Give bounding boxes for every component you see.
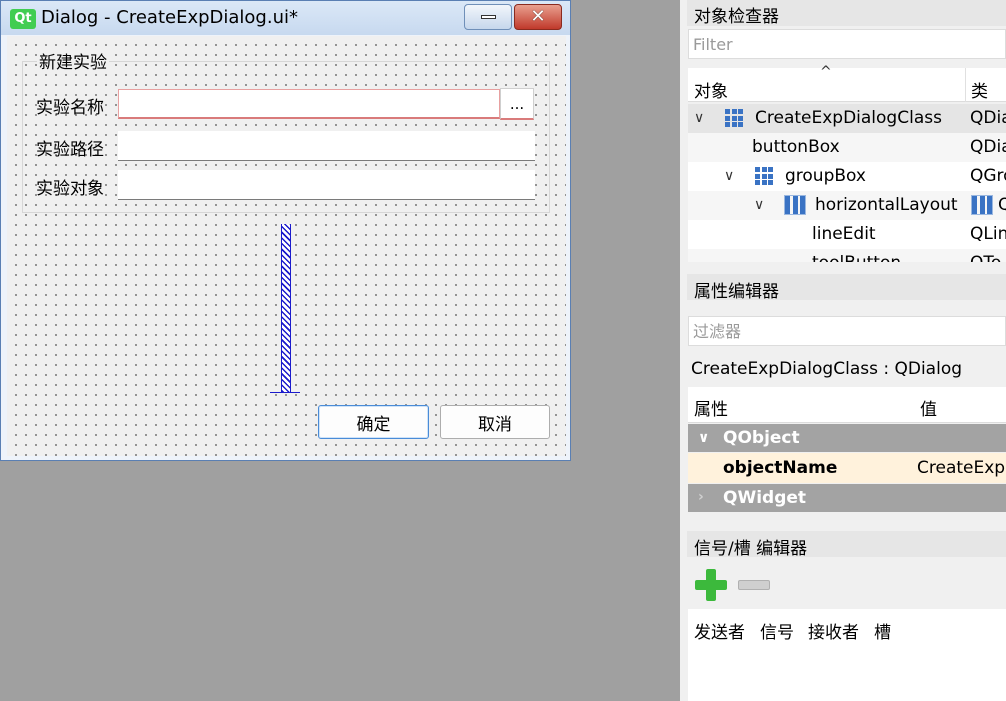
label-experiment-name: 实验名称 xyxy=(36,98,104,118)
property-group-qwidget[interactable]: › QWidget xyxy=(688,484,1006,512)
chevron-down-icon[interactable]: ∨ xyxy=(698,430,709,446)
label-experiment-object: 实验对象 xyxy=(36,179,104,199)
browse-button[interactable]: ... xyxy=(500,88,534,120)
experiment-object-input[interactable] xyxy=(118,170,535,199)
tree-row[interactable]: ∨ groupBox QGro xyxy=(688,162,1006,191)
form-canvas[interactable]: 新建实验 实验名称 ... 实验路径 实验对象 确定 取消 xyxy=(7,36,566,456)
header-sender[interactable]: 发送者 xyxy=(694,618,745,643)
chevron-down-icon[interactable]: ∨ xyxy=(694,110,704,126)
header-receiver[interactable]: 接收者 xyxy=(808,618,859,643)
tree-row-name: toolButton xyxy=(812,253,901,262)
label-experiment-path: 实验路径 xyxy=(36,140,104,160)
object-tree-header: 对象 ^ 类 xyxy=(688,64,1006,102)
property-name: objectName xyxy=(723,458,838,478)
object-filter-input[interactable] xyxy=(689,30,1005,58)
header-signal[interactable]: 信号 xyxy=(760,618,794,643)
property-header: 属性 值 xyxy=(688,387,1006,423)
group-label: QWidget xyxy=(723,488,807,508)
signal-slot-title: 信号/槽 编辑器 xyxy=(694,539,808,559)
tree-row-class: QGro xyxy=(970,166,1006,186)
group-label: QObject xyxy=(723,428,800,448)
tree-row-class: QLin xyxy=(970,224,1006,244)
tree-row-class: QDia xyxy=(970,137,1006,157)
groupbox-title: 新建实验 xyxy=(37,48,109,73)
experiment-name-field[interactable] xyxy=(118,89,500,119)
header-value[interactable]: 值 xyxy=(920,395,937,420)
header-class[interactable]: 类 xyxy=(971,77,988,102)
dialog-window: Qt Dialog - CreateExpDialog.ui* ✕ 新建实验 实… xyxy=(0,0,571,461)
tree-row-name: groupBox xyxy=(785,166,866,186)
property-row-objectname[interactable]: objectName CreateExpD xyxy=(688,453,1006,483)
column-separator xyxy=(965,68,966,102)
tree-row[interactable]: ∨ horizontalLayout Q xyxy=(688,191,1006,220)
chevron-down-icon[interactable]: ∨ xyxy=(754,197,764,213)
signal-slot-list[interactable] xyxy=(688,647,1006,701)
tree-row[interactable]: buttonBox QDia xyxy=(688,133,1006,162)
chevron-down-icon[interactable]: ∨ xyxy=(724,168,734,184)
property-group-qobject[interactable]: ∨ QObject xyxy=(688,424,1006,452)
qt-logo-icon: Qt xyxy=(10,9,36,29)
tree-row[interactable]: lineEdit QLin xyxy=(688,220,1006,249)
property-value[interactable]: CreateExpD xyxy=(917,458,1006,478)
tree-row-name: lineEdit xyxy=(812,224,876,244)
experiment-path-input[interactable] xyxy=(118,131,535,160)
signal-slot-header: 发送者 信号 接收者 槽 xyxy=(688,609,1006,647)
minimize-icon xyxy=(480,15,496,19)
header-slot[interactable]: 槽 xyxy=(874,618,891,643)
remove-connection-button[interactable] xyxy=(738,580,770,590)
sort-up-icon: ^ xyxy=(820,64,832,80)
chevron-right-icon[interactable]: › xyxy=(698,489,704,505)
tree-row-class: Q xyxy=(998,195,1006,215)
designer-dock: 对象检查器 对象 ^ 类 ∨ CreateExpDialogClass QDia… xyxy=(680,0,1006,701)
header-property[interactable]: 属性 xyxy=(694,395,728,420)
property-filter-input[interactable] xyxy=(689,317,1005,345)
tree-row-name: horizontalLayout xyxy=(815,195,958,215)
grid-layout-icon xyxy=(725,109,743,127)
tree-row-class: QDia xyxy=(970,108,1006,128)
close-button[interactable]: ✕ xyxy=(514,4,562,30)
experiment-path-field[interactable] xyxy=(118,131,535,161)
cancel-button[interactable]: 取消 xyxy=(440,405,550,439)
tree-row[interactable]: ∨ CreateExpDialogClass QDia xyxy=(688,104,1006,133)
object-inspector-title: 对象检查器 xyxy=(694,7,779,27)
property-filter-field[interactable] xyxy=(688,316,1006,346)
vertical-spacer-base xyxy=(270,392,300,393)
property-class-line: CreateExpDialogClass : QDialog xyxy=(691,359,963,379)
add-connection-button[interactable] xyxy=(695,569,727,601)
close-icon: ✕ xyxy=(530,6,546,27)
object-tree[interactable]: ∨ CreateExpDialogClass QDia buttonBox QD… xyxy=(688,104,1006,262)
minimize-button[interactable] xyxy=(464,4,512,30)
experiment-name-input[interactable] xyxy=(119,90,499,117)
tree-row-name: CreateExpDialogClass xyxy=(755,108,942,128)
tree-row-class: QTo xyxy=(970,253,1001,262)
dialog-titlebar[interactable]: Qt Dialog - CreateExpDialog.ui* ✕ xyxy=(1,1,570,35)
tree-row[interactable]: toolButton QTo xyxy=(688,249,1006,262)
vertical-spacer[interactable] xyxy=(281,224,291,392)
property-editor-title: 属性编辑器 xyxy=(694,282,779,302)
window-title: Dialog - CreateExpDialog.ui* xyxy=(41,7,298,28)
horizontal-layout-icon xyxy=(784,195,806,215)
experiment-object-field[interactable] xyxy=(118,170,535,200)
horizontal-layout-icon xyxy=(971,195,993,215)
header-object[interactable]: 对象 xyxy=(694,77,728,102)
grid-layout-icon xyxy=(755,167,773,185)
object-filter-field[interactable] xyxy=(688,29,1006,59)
tree-row-name: buttonBox xyxy=(752,137,840,157)
ok-button[interactable]: 确定 xyxy=(318,405,429,439)
